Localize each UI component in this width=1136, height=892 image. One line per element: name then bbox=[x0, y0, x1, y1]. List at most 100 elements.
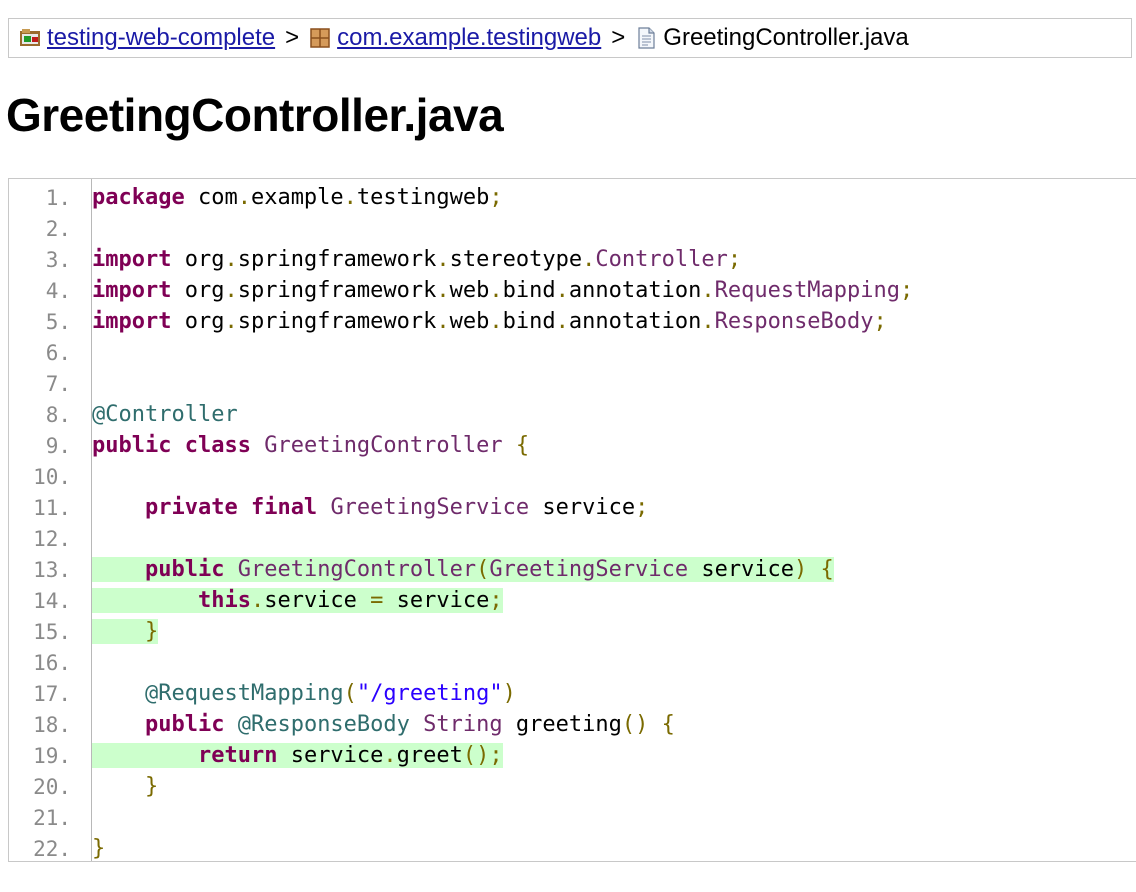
line-number: 21. bbox=[33, 805, 71, 830]
code-text: import org.springframework.web.bind.anno… bbox=[92, 278, 913, 303]
code-token: GreetingService bbox=[330, 495, 530, 520]
code-token: org bbox=[171, 278, 225, 303]
code-token: ; bbox=[635, 495, 649, 520]
code-line: 5. import org.springframework.web.bind.an… bbox=[9, 306, 1136, 337]
code-token: testingweb bbox=[356, 185, 490, 210]
code-line: 2. bbox=[9, 213, 1136, 244]
code-token: . bbox=[489, 309, 503, 334]
code-token: . bbox=[237, 185, 251, 210]
line-number: 19. bbox=[33, 743, 71, 768]
line-number: 9. bbox=[45, 433, 71, 458]
code-line: 10. bbox=[9, 461, 1136, 492]
code-token: public bbox=[144, 712, 225, 737]
project-icon bbox=[19, 27, 41, 49]
code-token: (); bbox=[462, 743, 503, 768]
code-token: this bbox=[197, 588, 251, 613]
code-token: } bbox=[144, 774, 159, 799]
code-token: stereotype bbox=[449, 247, 583, 272]
line-number: 15. bbox=[33, 619, 71, 644]
code-text: this.service = service; bbox=[92, 588, 503, 613]
code-token: "/greeting" bbox=[356, 681, 503, 706]
code-token: Controller bbox=[595, 247, 728, 272]
code-token: . bbox=[701, 278, 715, 303]
code-token: . bbox=[224, 247, 238, 272]
code-token: () bbox=[621, 712, 649, 737]
code-text: } bbox=[92, 836, 105, 861]
breadcrumb-link-package[interactable]: com.example.testingweb bbox=[337, 24, 601, 52]
code-token: { bbox=[820, 557, 834, 582]
code-token: GreetingService bbox=[489, 557, 689, 582]
code-line: 11. private final GreetingService servic… bbox=[9, 492, 1136, 523]
code-token: public bbox=[92, 433, 172, 458]
breadcrumb-item-package[interactable]: com.example.testingweb bbox=[309, 24, 601, 52]
code-line: 21. bbox=[9, 802, 1136, 833]
code-text: package com.example.testingweb; bbox=[92, 185, 503, 210]
code-token: springframework bbox=[237, 247, 437, 272]
line-number: 13. bbox=[33, 557, 71, 582]
code-token: . bbox=[555, 309, 569, 334]
code-line: 15. } bbox=[9, 616, 1136, 647]
code-token: public bbox=[144, 557, 225, 582]
code-listing: 1. package com.example.testingweb; 2. 3. imp… bbox=[8, 178, 1136, 862]
code-token: . bbox=[224, 278, 238, 303]
java-file-icon bbox=[635, 27, 657, 49]
code-token: { bbox=[661, 712, 675, 737]
code-token: class bbox=[184, 433, 251, 458]
breadcrumb-separator: > bbox=[285, 24, 300, 51]
breadcrumb-item-project[interactable]: testing-web-complete bbox=[19, 24, 275, 52]
code-token: bind bbox=[502, 278, 556, 303]
code-token: ( bbox=[343, 681, 357, 706]
breadcrumb-item-file: GreetingController.java bbox=[635, 24, 909, 52]
code-token: . bbox=[383, 743, 397, 768]
code-token: . bbox=[343, 185, 357, 210]
code-token: ; bbox=[489, 185, 503, 210]
code-line: 16. bbox=[9, 647, 1136, 678]
code-token: private bbox=[144, 495, 238, 520]
code-token: annotation bbox=[568, 278, 702, 303]
code-token: org bbox=[171, 247, 225, 272]
code-token: ) bbox=[502, 681, 516, 706]
code-token: GreetingController bbox=[237, 557, 477, 582]
code-token: . bbox=[436, 309, 450, 334]
code-token: org bbox=[171, 309, 225, 334]
code-line: 22.} bbox=[9, 833, 1136, 864]
breadcrumb-link-project[interactable]: testing-web-complete bbox=[47, 24, 275, 52]
line-number: 22. bbox=[33, 836, 71, 861]
code-token: . bbox=[582, 247, 596, 272]
code-token: springframework bbox=[237, 309, 437, 334]
code-token: import bbox=[92, 278, 172, 303]
code-token: . bbox=[250, 588, 265, 613]
breadcrumb: testing-web-complete > com.example.testi… bbox=[8, 18, 1132, 58]
line-number: 20. bbox=[33, 774, 71, 799]
code-token: service bbox=[529, 495, 636, 520]
code-line: 7. bbox=[9, 368, 1136, 399]
code-text: private final GreetingService service; bbox=[92, 495, 648, 520]
code-token: . bbox=[436, 278, 450, 303]
code-text: public GreetingController(GreetingServic… bbox=[92, 557, 834, 582]
code-token: ResponseBody bbox=[714, 309, 874, 334]
code-token: annotation bbox=[568, 309, 702, 334]
line-number: 1. bbox=[45, 185, 71, 210]
code-token: com bbox=[184, 185, 238, 210]
code-token: service bbox=[688, 557, 795, 582]
code-line: 9. public class GreetingController { bbox=[9, 430, 1136, 461]
code-line: 13. public GreetingController(GreetingSe… bbox=[9, 554, 1136, 585]
code-token: @RequestMapping bbox=[144, 681, 344, 706]
code-token: . bbox=[489, 278, 503, 303]
code-text: return service.greet(); bbox=[92, 743, 503, 768]
code-token: web bbox=[449, 278, 490, 303]
line-number: 10. bbox=[33, 464, 71, 489]
